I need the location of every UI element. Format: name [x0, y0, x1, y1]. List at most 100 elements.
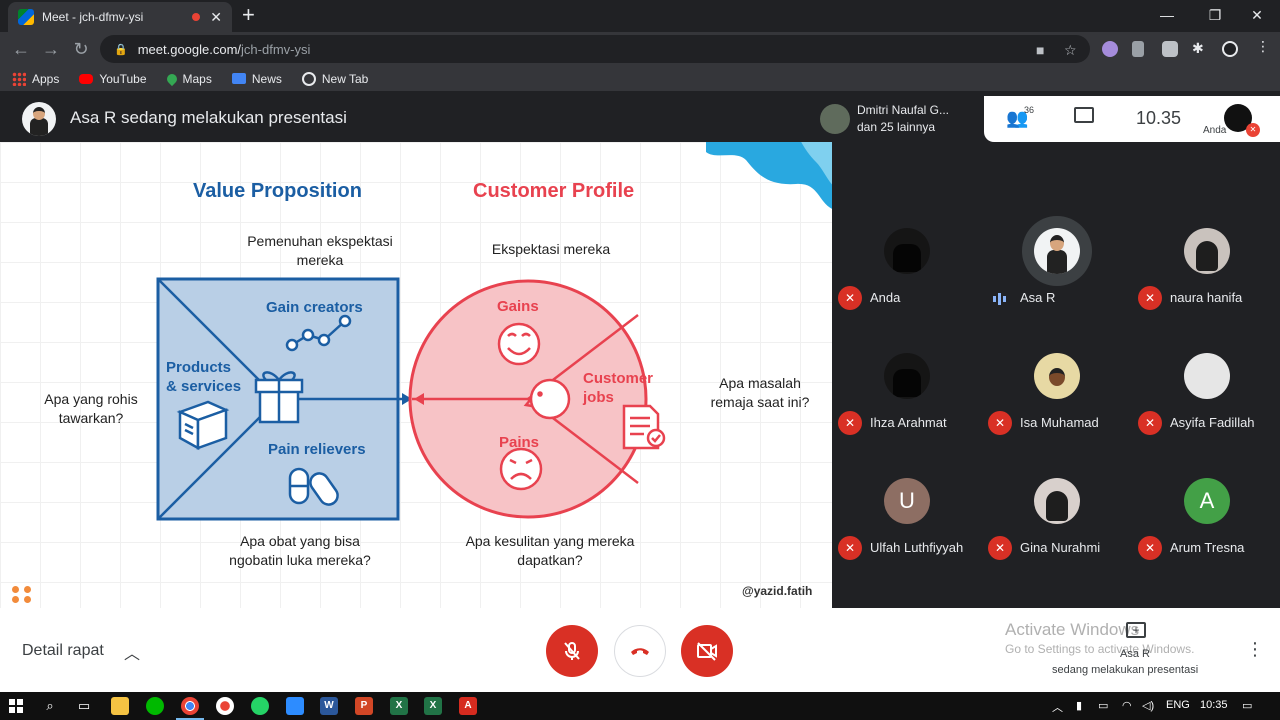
search-icon[interactable]: ⌕ — [40, 696, 60, 716]
extension-doc-icon[interactable] — [1132, 41, 1144, 57]
participant-name: naura hanifa — [1170, 290, 1243, 305]
activate-windows-title: Activate Windows — [1005, 620, 1140, 639]
bookmark-news[interactable]: News — [231, 72, 282, 86]
acrobat-icon[interactable]: A — [459, 697, 477, 715]
offer-question: Apa yang rohis tawarkan? — [44, 391, 138, 426]
leave-call-button[interactable] — [614, 625, 666, 677]
bookmark-maps[interactable]: Maps — [164, 71, 212, 86]
participant-name: Asyifa Fadillah — [1170, 415, 1255, 430]
file-explorer-icon[interactable] — [111, 697, 129, 715]
language-indicator[interactable]: ENG — [1166, 699, 1190, 711]
lock-icon: 🔒 — [114, 43, 128, 56]
bookmark-youtube[interactable]: YouTube — [79, 71, 147, 86]
windows-start-icon[interactable] — [6, 696, 26, 716]
participant-name: Gina Nurahmi — [1020, 540, 1101, 555]
camera-toggle-button[interactable] — [681, 625, 733, 677]
participant-tile[interactable]: ✕ Ihza Arahmat — [832, 353, 982, 473]
meet-top-bar: Asa R sedang melakukan presentasi Dmitri… — [0, 96, 1280, 142]
presentation-slide: Value Proposition Customer Profile Pemen… — [0, 142, 832, 608]
participant-tile[interactable]: ✕ Gina Nurahmi — [982, 478, 1132, 598]
maximize-button[interactable]: ❐ — [1192, 2, 1238, 28]
reload-button[interactable]: ↻ — [70, 38, 92, 60]
browser-tab[interactable]: Meet - jch-dfmv-ysi ✕ — [8, 2, 232, 32]
extensions-puzzle-icon[interactable]: ✱ — [1192, 40, 1204, 57]
chrome-app-icon[interactable] — [216, 697, 234, 715]
bookmark-apps[interactable]: Apps — [12, 71, 59, 86]
new-tab-button[interactable]: + — [242, 4, 255, 26]
microphone-toggle-button[interactable] — [546, 625, 598, 677]
usb-icon[interactable]: ▮ — [1076, 699, 1082, 712]
present-screen-icon[interactable]: + — [1126, 622, 1146, 638]
minimize-button[interactable]: — — [1144, 2, 1190, 28]
news-icon — [231, 73, 246, 84]
wifi-icon[interactable]: ◠ — [1122, 699, 1132, 712]
self-label: Anda — [1203, 125, 1227, 136]
extension-purple-icon[interactable] — [1102, 41, 1118, 57]
whatsapp-icon[interactable] — [251, 697, 269, 715]
back-button[interactable]: ← — [10, 38, 32, 60]
battery-icon[interactable]: ▭ — [1098, 699, 1108, 712]
taskbar-clock[interactable]: 10:35 — [1200, 699, 1228, 711]
participant-avatar — [1184, 353, 1230, 399]
mic-muted-icon: ✕ — [988, 536, 1012, 560]
powerpoint-icon[interactable]: P — [355, 697, 373, 715]
excel-2-icon[interactable]: X — [424, 697, 442, 715]
mic-muted-icon: ✕ — [988, 411, 1012, 435]
participant-summary[interactable]: Dmitri Naufal G... dan 25 lainnya — [814, 96, 982, 142]
more-options-icon[interactable]: ⋮ — [1246, 640, 1264, 658]
bookmark-star-icon[interactable]: ☆ — [1064, 42, 1077, 59]
mic-muted-icon: ✕ — [1138, 286, 1162, 310]
participant-avatar — [1184, 228, 1230, 274]
participant-tile[interactable]: Asa R — [982, 216, 1132, 348]
participant-tile[interactable]: ✕ Isa Muhamad — [982, 353, 1132, 473]
bookmark-new-tab[interactable]: New Tab — [301, 71, 368, 86]
presenter-avatar — [22, 102, 56, 136]
frown-icon — [499, 447, 543, 491]
value-proposition-title: Value Proposition — [193, 180, 362, 202]
participant-tile[interactable]: ✕ Asyifa Fadillah — [1132, 353, 1280, 473]
tab-title: Meet - jch-dfmv-ysi — [42, 10, 144, 24]
participant-name: Isa Muhamad — [1020, 415, 1099, 430]
presentation-banner: Asa R sedang melakukan presentasi — [70, 108, 347, 127]
bookmark-label: YouTube — [99, 71, 147, 86]
participant-avatar — [884, 228, 930, 274]
participant-tile[interactable]: A ✕ Arum Tresna — [1132, 478, 1280, 598]
line-app-icon[interactable] — [146, 697, 164, 715]
pain-relievers-label: Pain relievers — [268, 441, 366, 458]
chrome-taskbar-icon[interactable] — [181, 697, 199, 715]
chrome-menu-icon[interactable]: ⋮ — [1256, 38, 1270, 55]
camera-blocked-icon[interactable]: ■ — [1036, 42, 1044, 58]
participant-thumbnail — [820, 104, 850, 134]
meeting-details-button[interactable]: Detail rapat — [22, 642, 104, 660]
bookmarks-bar: Apps YouTube Maps News New Tab — [0, 66, 1280, 92]
chevron-up-icon[interactable]: ︿ — [124, 640, 140, 664]
meet-top-right-panel: 👥 36 10.35 Anda ✕ — [984, 96, 1280, 142]
show-hidden-icons-icon[interactable]: ︿ — [1052, 699, 1063, 715]
extension-chat-icon[interactable] — [1162, 41, 1178, 57]
author-handle: @yazid.fatih — [742, 584, 813, 598]
address-bar[interactable]: 🔒 meet.google.com/ jch-dfmv-ysi ■ ☆ — [100, 35, 1090, 63]
word-icon[interactable]: W — [320, 697, 338, 715]
participant-tile[interactable]: U ✕ Ulfah Luthfiyyah — [832, 478, 982, 598]
gift-icon — [254, 371, 304, 424]
gain-creators-label: Gain creators — [266, 299, 363, 316]
excel-icon[interactable]: X — [390, 697, 408, 715]
task-view-icon[interactable]: ▭ — [74, 696, 94, 716]
volume-icon[interactable]: ◁) — [1142, 699, 1154, 712]
url-path: jch-dfmv-ysi — [241, 41, 311, 57]
hang-up-icon — [631, 648, 649, 655]
expectation-fulfillment-text: Pemenuhan ekspektasi mereka — [247, 233, 393, 268]
new-tab-icon — [301, 71, 316, 86]
participant-tile[interactable]: ✕ naura hanifa — [1132, 228, 1280, 348]
mic-off-icon — [564, 642, 580, 660]
participant-tile[interactable]: ✕ Anda — [832, 228, 982, 348]
chat-icon[interactable] — [1074, 107, 1094, 123]
mic-muted-icon: ✕ — [838, 536, 862, 560]
close-tab-icon[interactable]: ✕ — [210, 9, 222, 26]
notification-icon[interactable]: ▭ — [1242, 699, 1252, 712]
zoom-icon[interactable] — [286, 697, 304, 715]
participant-count: 36 — [1024, 105, 1035, 115]
profile-avatar-icon[interactable] — [1222, 41, 1238, 57]
close-window-button[interactable]: ✕ — [1234, 2, 1280, 28]
forward-button[interactable]: → — [40, 38, 62, 60]
